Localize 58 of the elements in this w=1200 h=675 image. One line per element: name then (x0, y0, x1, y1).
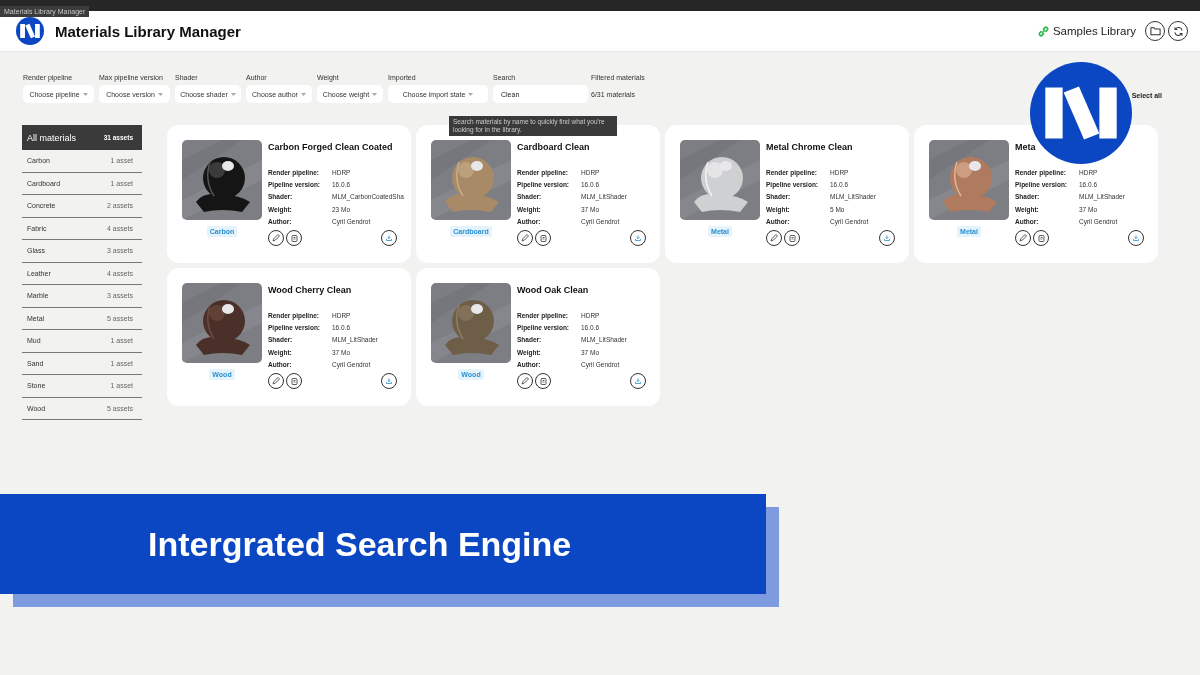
download-icon (1133, 234, 1139, 241)
download-icon (884, 234, 890, 241)
edit-button[interactable] (517, 372, 533, 389)
material-title: Carbon Forged Clean Coated (268, 142, 394, 154)
trash-icon (539, 233, 547, 242)
material-title: Meta (1015, 142, 1037, 154)
refresh-icon (1172, 25, 1184, 37)
material-title: Cardboard Clean (517, 142, 591, 154)
trash-icon (290, 233, 298, 242)
edit-button[interactable] (766, 229, 782, 246)
trash-icon (788, 233, 796, 242)
download-icon (386, 234, 392, 241)
trash-icon (290, 376, 298, 385)
download-button[interactable] (1128, 229, 1144, 246)
download-button[interactable] (381, 372, 397, 389)
delete-button[interactable] (784, 229, 800, 246)
app-title: Materials Library Manager (55, 22, 242, 40)
pencil-icon (272, 376, 280, 385)
delete-button[interactable] (286, 229, 302, 246)
download-button[interactable] (381, 229, 397, 246)
caret-icon (157, 92, 163, 96)
caret-icon (372, 92, 378, 96)
edit-button[interactable] (268, 229, 284, 246)
refresh-button[interactable] (1168, 21, 1188, 41)
edit-button[interactable] (1015, 229, 1031, 246)
logo-icon (16, 17, 44, 45)
download-button[interactable] (630, 229, 646, 246)
link-icon (1036, 24, 1050, 38)
pencil-icon (521, 376, 529, 385)
delete-button[interactable] (1033, 229, 1049, 246)
material-title: Metal Chrome Clean (766, 142, 854, 154)
material-title: Wood Oak Clean (517, 285, 590, 297)
delete-button[interactable] (535, 229, 551, 246)
folder-button[interactable] (1145, 21, 1165, 41)
caret-icon (468, 92, 474, 96)
category-name: All materials (27, 132, 76, 143)
folder-icon (1149, 26, 1161, 36)
material-title: Wood Cherry Clean (268, 285, 353, 297)
download-button[interactable] (630, 372, 646, 389)
delete-button[interactable] (286, 372, 302, 389)
pencil-icon (272, 233, 280, 242)
trash-icon (539, 376, 547, 385)
samples-library-link[interactable]: Samples Library (1036, 24, 1136, 38)
edit-button[interactable] (517, 229, 533, 246)
caret-icon (82, 92, 88, 96)
download-button[interactable] (879, 229, 895, 246)
pencil-icon (1019, 233, 1027, 242)
pencil-icon (770, 233, 778, 242)
banner-title: Intergrated Search Engine (148, 524, 572, 564)
caret-icon (300, 92, 306, 96)
edit-button[interactable] (268, 372, 284, 389)
download-icon (386, 377, 392, 384)
download-icon (635, 234, 641, 241)
caret-icon (230, 92, 236, 96)
download-icon (635, 377, 641, 384)
delete-button[interactable] (535, 372, 551, 389)
pencil-icon (521, 233, 529, 242)
trash-icon (1037, 233, 1045, 242)
